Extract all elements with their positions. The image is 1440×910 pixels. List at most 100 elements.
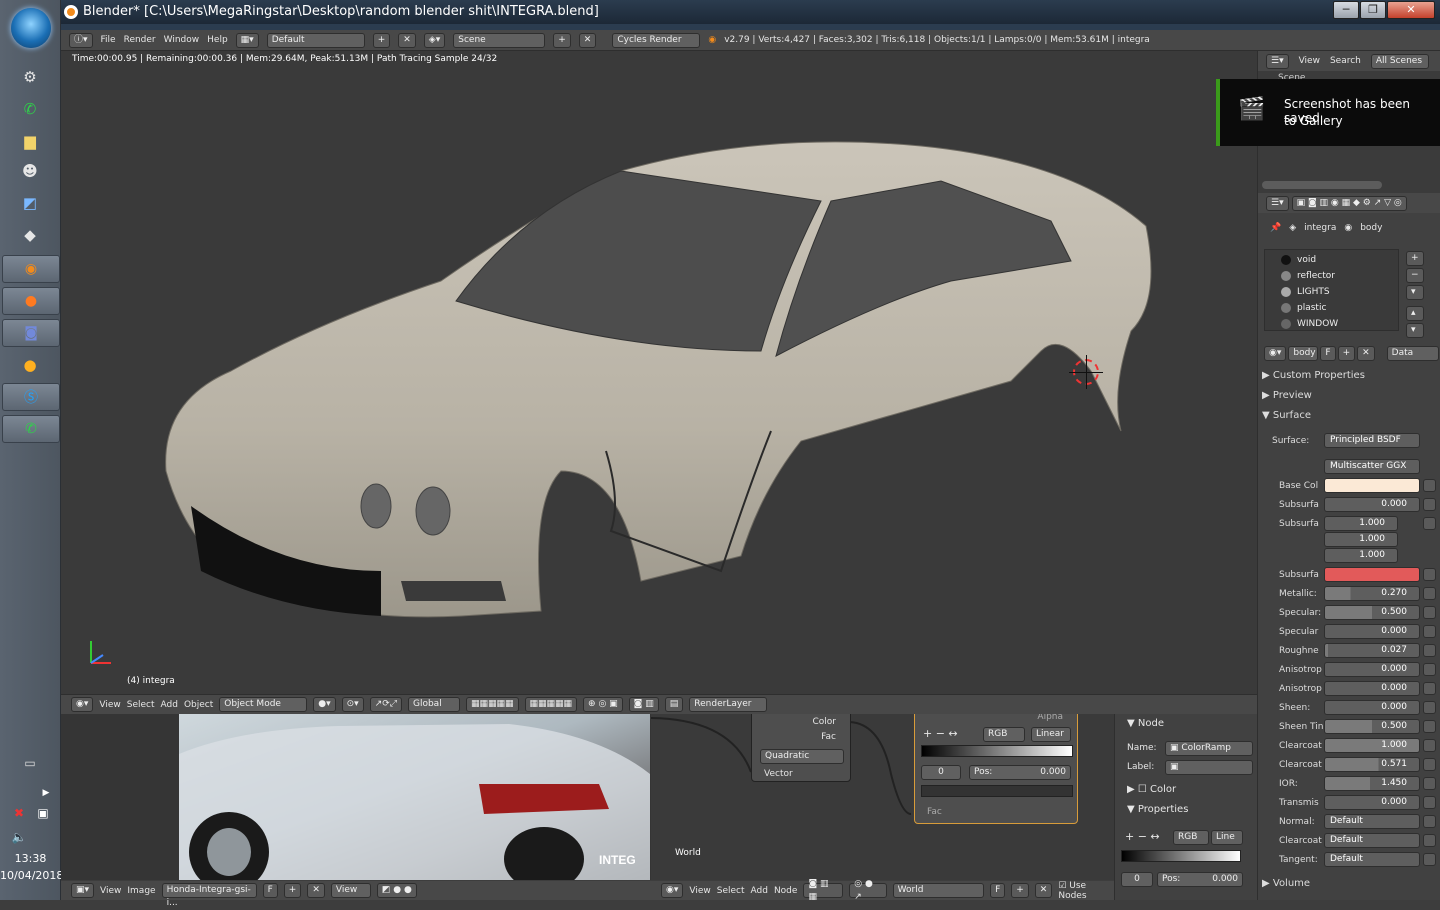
img-menu-view[interactable]: View	[100, 886, 121, 896]
ramp-pos-field[interactable]: Pos: 0.000	[969, 765, 1071, 780]
shading-icon[interactable]: ●▾	[313, 697, 336, 712]
material-link-selector[interactable]: Data	[1386, 346, 1439, 361]
scene-add-icon[interactable]: +	[553, 32, 571, 48]
subsurface-radius-y[interactable]: 1.000	[1324, 532, 1398, 547]
discord-task-icon[interactable]: ◙	[2, 319, 60, 347]
surface-panel[interactable]: ▼ Surface	[1262, 410, 1424, 421]
vp-menu-select[interactable]: Select	[127, 700, 155, 710]
subsurface-color-swatch[interactable]	[1324, 567, 1420, 582]
surface-shader-selector[interactable]: Principled BSDF	[1324, 433, 1420, 448]
color-ramp-bar[interactable]	[921, 745, 1073, 757]
material-slot-list[interactable]: void reflector LIGHTS plastic WINDOW	[1264, 249, 1399, 331]
param-socket[interactable]	[1423, 644, 1436, 657]
side-ramp-interpolation[interactable]: Line	[1211, 830, 1243, 845]
mode-selector[interactable]: Object Mode	[219, 697, 308, 712]
image-editor[interactable]: INTEG	[61, 714, 651, 880]
image-fake-user[interactable]: F	[262, 883, 278, 898]
material-slot[interactable]: WINDOW	[1281, 316, 1338, 331]
image-close-icon[interactable]: ✕	[307, 883, 325, 898]
firefox-task-icon[interactable]: ●	[2, 287, 60, 315]
screenshot-notification[interactable]: 🎬 Screenshot has been saved to Gallery	[1216, 79, 1440, 146]
ramp-index[interactable]: 0	[921, 765, 961, 780]
param-socket[interactable]	[1423, 796, 1436, 809]
close-button[interactable]: ✕	[1387, 1, 1435, 19]
material-slot[interactable]: reflector	[1281, 268, 1335, 283]
param-slider[interactable]: 1.450	[1324, 776, 1420, 791]
use-nodes-checkbox[interactable]: ☑ Use Nodes	[1058, 881, 1114, 901]
scene-remove-icon[interactable]: ✕	[578, 32, 597, 48]
base-color-swatch[interactable]	[1324, 478, 1420, 493]
world-add-icon[interactable]: +	[1011, 883, 1029, 898]
render-layer-icon[interactable]: ▤	[664, 697, 684, 712]
node-menu-add[interactable]: Add	[751, 886, 768, 896]
network-icon[interactable]: ✖	[8, 800, 30, 826]
minimize-button[interactable]: ─	[1333, 1, 1359, 19]
3d-viewport[interactable]: Time:00:00.95 | Remaining:00:00.36 | Mem…	[61, 51, 1257, 694]
side-ramp-add-remove-icons[interactable]: + − ↔	[1125, 830, 1160, 843]
menu-file[interactable]: File	[101, 35, 116, 45]
volume-icon[interactable]: 🔈	[8, 824, 30, 850]
param-socket[interactable]	[1423, 625, 1436, 638]
layout-add-icon[interactable]: +	[372, 32, 391, 48]
tangent-selector[interactable]: Default	[1324, 852, 1420, 867]
folder-icon[interactable]: ▆	[14, 128, 46, 154]
subsurface-radius-x[interactable]: 1.000	[1324, 516, 1398, 531]
maximize-button[interactable]: ❐	[1360, 1, 1386, 19]
ramp-color-mode[interactable]: RGB	[983, 727, 1025, 742]
orientation-selector[interactable]: Global	[407, 697, 460, 712]
app-icon[interactable]: ◩	[14, 190, 46, 216]
outliner-menu-view[interactable]: View	[1299, 56, 1320, 66]
param-socket[interactable]	[1423, 834, 1436, 847]
gradient-node[interactable]: Color Fac Quadratic Vector	[751, 714, 851, 782]
blender-task-icon[interactable]: ◉	[2, 255, 60, 283]
param-socket[interactable]	[1423, 682, 1436, 695]
param-socket[interactable]	[1423, 568, 1436, 581]
param-slider[interactable]: 0.270	[1324, 586, 1420, 601]
param-slider[interactable]: 0.000	[1324, 681, 1420, 696]
param-slider[interactable]: 1.000	[1324, 738, 1420, 753]
slot-up-button[interactable]: ▴	[1406, 306, 1424, 321]
node-name-field[interactable]: ▣ ColorRamp	[1165, 741, 1253, 756]
material-browse-icon[interactable]: ◉▾	[1264, 346, 1287, 361]
param-socket[interactable]	[1423, 701, 1436, 714]
editor-type-icon[interactable]: ⓘ▾	[69, 32, 93, 48]
param-slider[interactable]: 0.000	[1324, 497, 1420, 512]
channel-icons[interactable]: ◩ ● ●	[376, 883, 417, 898]
system-clock[interactable]: 13:38 10/04/2018	[0, 850, 63, 884]
ramp-interpolation[interactable]: Linear	[1031, 727, 1071, 742]
3d-cursor-icon[interactable]	[1069, 355, 1103, 389]
distribution-selector[interactable]: Multiscatter GGX	[1324, 459, 1420, 474]
pin-icon[interactable]: 📌	[1270, 223, 1281, 233]
render-engine-selector[interactable]: Cycles Render	[612, 32, 701, 48]
editor-type-icon[interactable]: ▣▾	[71, 883, 95, 898]
world-fake-user[interactable]: F	[990, 883, 1006, 898]
steam-icon[interactable]: ⚙	[14, 64, 46, 90]
param-slider[interactable]: 0.500	[1324, 605, 1420, 620]
ramp-add-remove-icons[interactable]: + − ↔	[923, 727, 958, 740]
skype-task-icon[interactable]: Ⓢ	[2, 383, 60, 411]
pivot-icon[interactable]: ⊙▾	[341, 697, 364, 712]
param-socket[interactable]	[1423, 758, 1436, 771]
action-center-icon[interactable]: ▣	[32, 800, 54, 826]
param-slider[interactable]: 0.000	[1324, 662, 1420, 677]
start-button[interactable]	[11, 8, 51, 48]
param-socket[interactable]	[1423, 720, 1436, 733]
preview-panel[interactable]: ▶ Preview	[1262, 390, 1424, 401]
manipulator-icon[interactable]: ↗⟳⤢	[369, 697, 402, 712]
base-color-socket[interactable]	[1423, 479, 1436, 492]
custom-properties-panel[interactable]: ▶ Custom Properties	[1262, 370, 1424, 381]
chat-icon[interactable]: ●	[14, 352, 46, 378]
outliner-filter[interactable]: All Scenes	[1370, 53, 1429, 69]
keyboard-icon[interactable]: ▭	[14, 750, 46, 776]
param-socket[interactable]	[1423, 815, 1436, 828]
param-slider[interactable]: 0.000	[1324, 795, 1420, 810]
side-ramp-color-mode[interactable]: RGB	[1173, 830, 1209, 845]
world-icons[interactable]: ◎ ● ↗	[849, 879, 887, 902]
vp-menu-object[interactable]: Object	[184, 700, 213, 710]
property-tabs-icons[interactable]: ▣ ◙ ▥ ◉ ▦ ◆ ⚙ ↗ ▽ ◎	[1291, 195, 1407, 211]
render-icon[interactable]: ◙ ▥	[628, 697, 659, 712]
param-socket[interactable]	[1423, 606, 1436, 619]
normal-selector[interactable]: Default	[1324, 814, 1420, 829]
outliner-menu-search[interactable]: Search	[1330, 56, 1361, 66]
img-menu-image[interactable]: Image	[127, 886, 155, 896]
